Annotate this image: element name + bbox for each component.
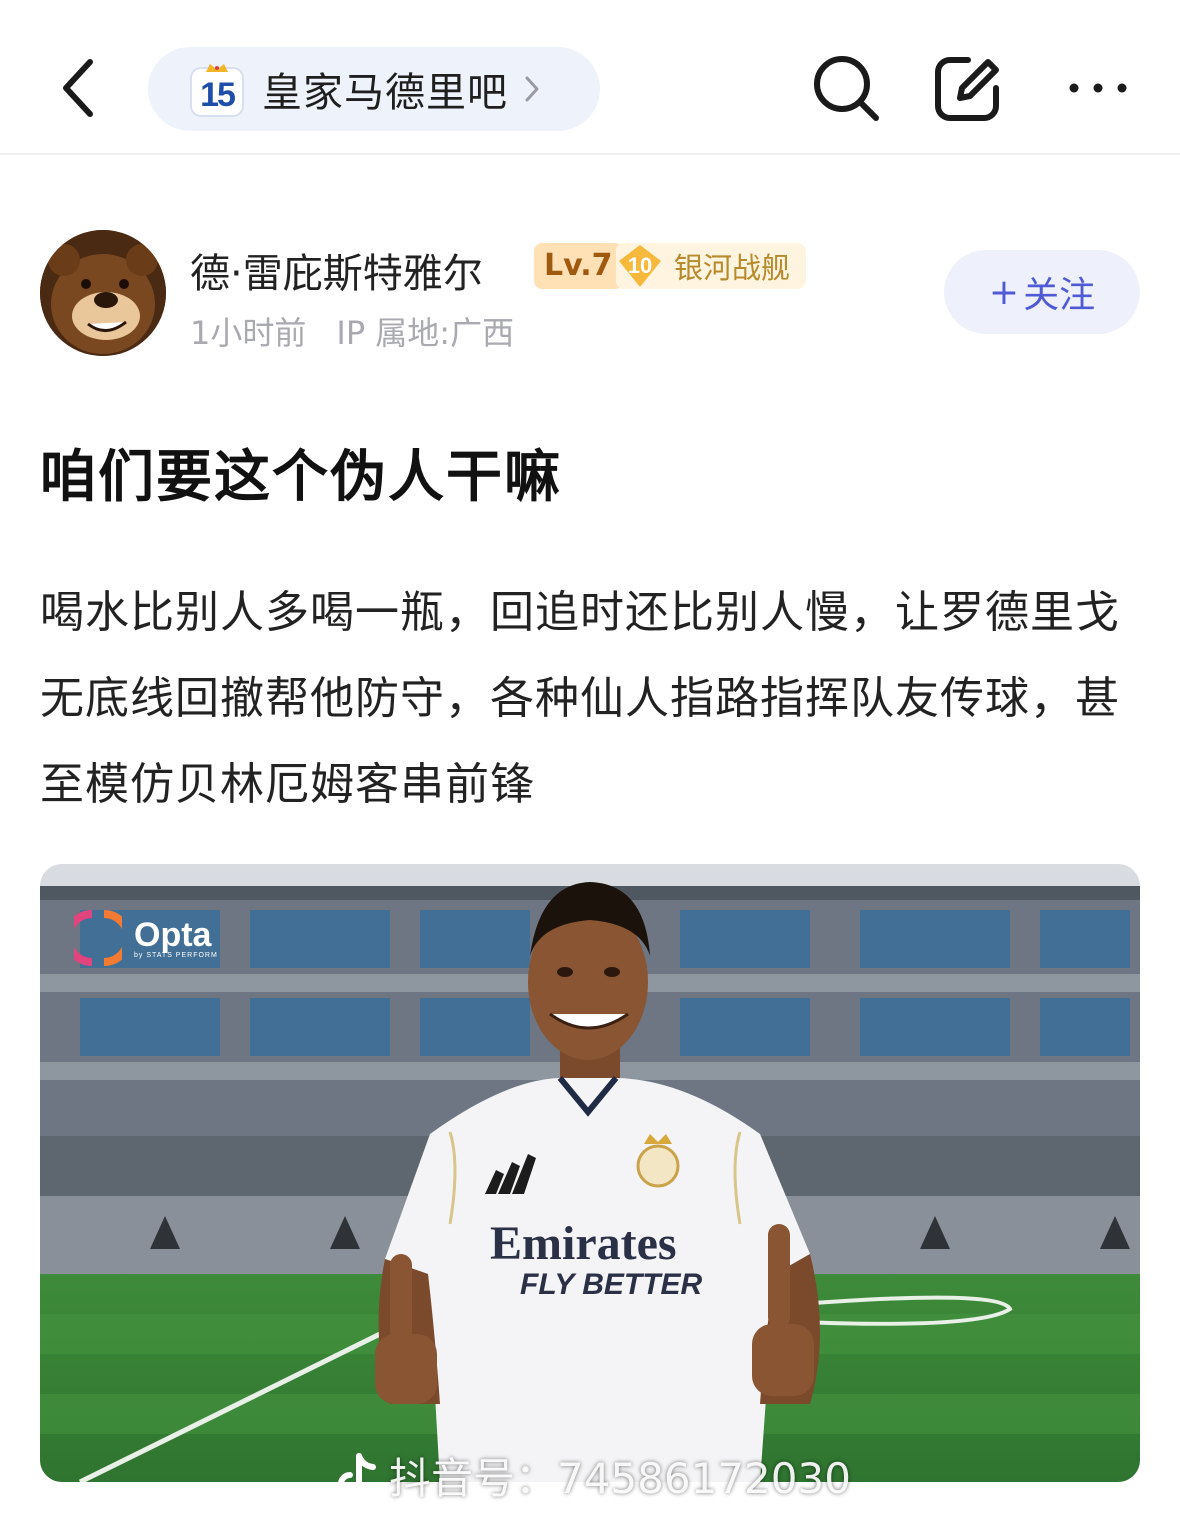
forum-badge-number: 15 bbox=[200, 76, 236, 114]
chevron-right-icon bbox=[525, 76, 539, 102]
more-icon bbox=[1069, 83, 1127, 93]
tiktok-icon bbox=[338, 1452, 376, 1496]
edit-icon bbox=[935, 57, 999, 121]
follow-label: 关注 bbox=[1023, 275, 1096, 316]
forum-name: 皇家马德里吧 bbox=[262, 70, 508, 116]
search-icon bbox=[814, 56, 879, 121]
post-time: 1小时前 bbox=[190, 314, 307, 352]
opta-logo: Opta by STATS PERFORM bbox=[74, 910, 218, 966]
search-button[interactable] bbox=[808, 48, 884, 128]
opta-mark-icon bbox=[74, 910, 122, 966]
rank-number: 10 bbox=[627, 253, 653, 278]
rank-badge: 10 银河战舰 bbox=[616, 243, 806, 289]
post-title: 咱们要这个伪人干嘛 bbox=[40, 445, 562, 510]
rank-title: 银河战舰 bbox=[674, 251, 791, 285]
post-image[interactable]: Opta by STATS PERFORM Emirates FLY BETTE… bbox=[40, 864, 1140, 1482]
forum-link[interactable]: 15 皇家马德里吧 bbox=[148, 47, 600, 131]
rank-diamond-icon: 10 bbox=[616, 243, 664, 289]
author-name[interactable]: 德·雷庇斯特雅尔 bbox=[190, 241, 483, 299]
avatar[interactable] bbox=[40, 230, 166, 356]
back-button[interactable] bbox=[48, 52, 108, 124]
forum-badge-icon: 15 bbox=[188, 60, 246, 118]
plus-icon: + bbox=[988, 271, 1020, 313]
level-badge: Lv.7 bbox=[534, 243, 623, 289]
more-button[interactable] bbox=[1060, 48, 1136, 128]
ip-location: IP 属地:广西 bbox=[336, 314, 515, 352]
opta-subtext: by STATS PERFORM bbox=[134, 951, 218, 959]
watermark-text: 抖音号：74586172030 bbox=[389, 1454, 851, 1503]
chevron-left-icon bbox=[63, 59, 93, 117]
post-body: 喝水比别人多喝一瓶，回追时还比别人慢，让罗德里戈无底线回撤帮他防守，各种仙人指路… bbox=[40, 587, 1120, 810]
author-meta: 1小时前 IP 属地:广西 bbox=[190, 308, 514, 354]
opta-text: Opta bbox=[134, 915, 212, 954]
follow-button[interactable]: + 关注 bbox=[944, 250, 1140, 334]
douyin-watermark: 抖音号：74586172030 bbox=[335, 1445, 851, 1506]
jersey-sponsor: Emirates bbox=[490, 1217, 677, 1270]
jersey-slogan: FLY BETTER bbox=[520, 1268, 703, 1301]
top-bar: 15 皇家马德里吧 bbox=[0, 0, 1180, 155]
edit-button[interactable] bbox=[930, 48, 1006, 128]
